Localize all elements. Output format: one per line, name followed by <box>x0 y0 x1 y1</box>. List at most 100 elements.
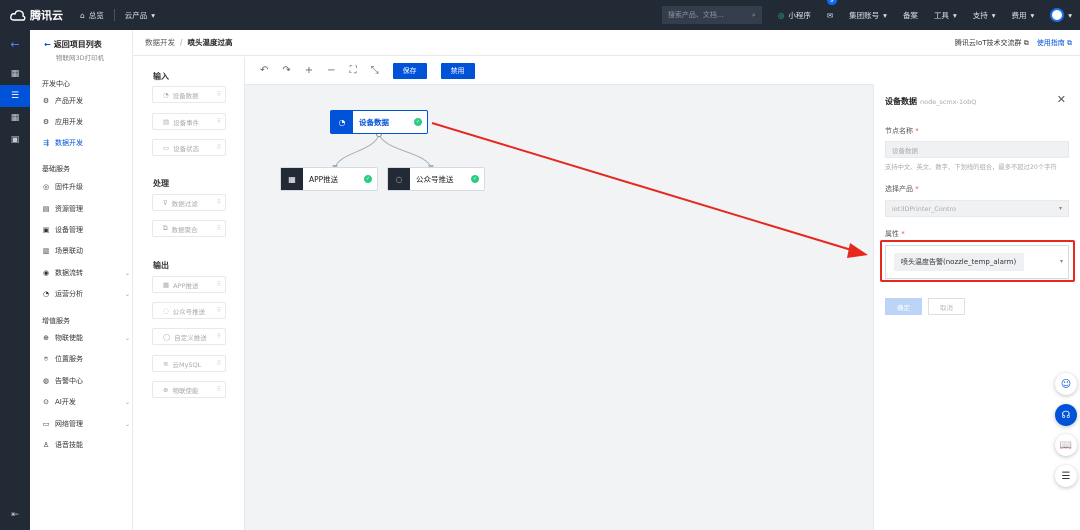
upgrade-icon: ◎ <box>42 183 50 191</box>
sidebar-item-resources[interactable]: ▤ 资源管理 <box>42 204 130 214</box>
sidebar-item-alarm[interactable]: ◍ 告警中心 <box>42 376 130 386</box>
palette-item-label: APP推送 <box>173 281 199 290</box>
mail-button[interactable]: ✉ 9 <box>819 0 841 30</box>
grid-icon[interactable]: ▦ <box>0 63 30 85</box>
overview-link[interactable]: ⌂ 总览 <box>72 0 112 30</box>
palette-data-filter[interactable]: ⊽ 数据过滤 ⠿ <box>152 194 226 211</box>
sidebar-item-devices[interactable]: ▣ 设备管理 <box>42 225 130 235</box>
brand-logo[interactable]: 腾讯云 <box>0 7 72 23</box>
page-title: 喷头温度过高 <box>187 38 233 47</box>
palette-item-label: 设备数据 <box>172 91 199 100</box>
device-icon: ▣ <box>42 226 50 234</box>
required-mark: * <box>901 230 905 238</box>
required-mark: * <box>915 185 919 193</box>
breadcrumb-data-dev[interactable]: 数据开发 <box>145 37 175 48</box>
account-menu[interactable]: 集团账号 ▾ <box>841 0 895 30</box>
smile-icon[interactable]: ☺ <box>1055 373 1077 395</box>
sidebar-item-label: 数据开发 <box>55 139 83 147</box>
sidebar-item-product-dev[interactable]: ⚙ 产品开发 <box>42 96 130 106</box>
drag-handle-icon: ⠿ <box>216 333 222 340</box>
palette-iot-enable[interactable]: ⊕ 物联使能 ⠿ <box>152 381 226 398</box>
flow-canvas[interactable]: ↶ ↷ + − ⛶ ⤡ 保存 禁用 ◔ 设备数据 ✓ ▦ APP推送 ✓ ◌ 公… <box>245 57 873 530</box>
drag-handle-icon: ⠿ <box>216 307 222 314</box>
palette-device-status[interactable]: ▭ 设备状态 ⠿ <box>152 139 226 156</box>
sidebar-item-scenes[interactable]: ▥ 场景联动 <box>42 246 130 256</box>
chevron-down-icon: ▾ <box>151 10 156 20</box>
scene-icon: ▥ <box>42 247 50 255</box>
sidebar-item-data-dev[interactable]: ⇶ 数据开发 <box>42 138 130 148</box>
cost-label: 费用 <box>1011 10 1027 20</box>
guide-link[interactable]: 使用指南 ⧉ <box>1037 38 1072 48</box>
support-menu[interactable]: 支持 ▾ <box>965 0 1004 30</box>
ai-icon: ⊙ <box>43 398 49 406</box>
cancel-button[interactable]: 取消 <box>928 298 965 315</box>
cost-menu[interactable]: 费用 ▾ <box>1003 0 1042 30</box>
palette-device-data[interactable]: ◔ 设备数据 ⠿ <box>152 86 226 103</box>
drag-handle-icon: ⠿ <box>216 199 222 206</box>
sidebar-item-network[interactable]: ▭ 网络管理 ⌄ <box>42 419 130 429</box>
palette-process-title: 处理 <box>153 179 169 188</box>
products-menu[interactable]: 云产品 ▾ <box>117 0 163 30</box>
node-wechat-push[interactable]: ◌ 公众号推送 ✓ <box>387 167 485 191</box>
sidebar-item-data-flow[interactable]: ◉ 数据流转 ⌄ <box>42 268 130 278</box>
book-icon[interactable]: ▣ <box>0 129 30 151</box>
product-select[interactable]: iot3DPrinter_Contro ▾ <box>885 200 1069 217</box>
section-dev-center: 开发中心 <box>42 80 70 88</box>
search-input[interactable]: 搜索产品、文档... ⌕ <box>661 6 762 24</box>
device-data-icon: ◔ <box>331 111 353 133</box>
back-to-projects[interactable]: ← 返回项目列表 <box>44 39 102 50</box>
wechat-icon: ◌ <box>388 168 410 190</box>
search-placeholder: 搜索产品、文档... <box>667 11 724 19</box>
node-device-data[interactable]: ◔ 设备数据 ✓ <box>330 110 428 134</box>
sidebar-item-voice[interactable]: ♙ 语音技能 <box>42 440 130 450</box>
billing-link[interactable]: 备案 <box>895 0 926 30</box>
headset-icon[interactable]: ☊ <box>1055 404 1077 426</box>
palette-wechat-push[interactable]: ◌ 公众号推送 ⠿ <box>152 302 226 319</box>
palette-item-label: 设备事件 <box>173 118 200 127</box>
section-value-services: 增值服务 <box>42 317 70 325</box>
sidebar-item-app-dev[interactable]: ⚙ 应用开发 <box>42 117 130 127</box>
node-app-push[interactable]: ▦ APP推送 ✓ <box>280 167 378 191</box>
palette-app-push[interactable]: ▦ APP推送 ⠿ <box>152 276 226 293</box>
node-name-hint: 支持中文、英文、数字、下划线的组合，最多不超过20个字符 <box>885 164 1057 171</box>
sidebar-item-analytics[interactable]: ◔ 运营分析 ⌄ <box>42 289 130 299</box>
panel-title: 设备数据 node_scmx-1obQ <box>885 96 976 107</box>
palette-mysql[interactable]: ≋ 云MySQL ⠿ <box>152 355 226 372</box>
apps-icon[interactable]: ▦ <box>0 107 30 129</box>
mini-program-label: 小程序 <box>788 10 811 20</box>
collapse-icon[interactable]: ⇤ <box>0 504 30 526</box>
user-menu[interactable]: ▾ <box>1042 0 1080 30</box>
mail-badge: 9 <box>826 0 837 5</box>
sidebar-item-location[interactable]: ⌾ 位置服务 <box>42 354 130 364</box>
palette-custom-push[interactable]: ◯ 自定义推送 ⠿ <box>152 328 226 345</box>
sidebar-item-label: 设备管理 <box>55 226 83 234</box>
palette-item-label: 数据聚合 <box>171 225 198 234</box>
palette-data-aggregate[interactable]: ⧉ 数据聚合 ⠿ <box>152 220 226 237</box>
home-icon: ⌂ <box>80 10 85 20</box>
check-icon: ✓ <box>471 175 479 183</box>
close-icon[interactable]: ✕ <box>1057 93 1066 106</box>
database-icon: ≋ <box>163 359 169 368</box>
community-link[interactable]: 腾讯云IoT技术交流群 ⧉ <box>955 38 1029 48</box>
account-label: 集团账号 <box>849 10 880 20</box>
node-name-input[interactable]: 设备数据 <box>885 141 1069 158</box>
checklist-icon[interactable]: ☰ <box>1055 465 1077 487</box>
node-id: node_scmx-1obQ <box>920 98 977 106</box>
confirm-button[interactable]: 确定 <box>885 298 922 315</box>
sidebar-item-iot-enable[interactable]: ⊕ 物联使能 ⌄ <box>42 333 130 343</box>
tools-menu[interactable]: 工具 ▾ <box>926 0 965 30</box>
back-arrow-icon[interactable]: ← <box>0 33 30 55</box>
mini-program-link[interactable]: ◎ 小程序 <box>770 0 819 30</box>
palette-device-event[interactable]: ▤ 设备事件 ⠿ <box>152 113 226 130</box>
sidebar-item-ai[interactable]: ⊙ AI开发 ⌄ <box>42 397 130 407</box>
support-label: 支持 <box>972 10 988 20</box>
community-label: 腾讯云IoT技术交流群 <box>954 39 1022 47</box>
network-icon: ▭ <box>42 420 50 428</box>
sidebar-item-label: 固件升级 <box>55 183 83 191</box>
chevron-down-icon: ⌄ <box>124 269 130 277</box>
app-icon: ▦ <box>163 280 170 289</box>
list-icon[interactable]: ☰ <box>0 85 30 107</box>
book-icon[interactable]: 📖 <box>1055 434 1077 456</box>
sidebar-item-firmware[interactable]: ◎ 固件升级 <box>42 182 130 192</box>
chevron-down-icon: ⌄ <box>124 334 130 342</box>
